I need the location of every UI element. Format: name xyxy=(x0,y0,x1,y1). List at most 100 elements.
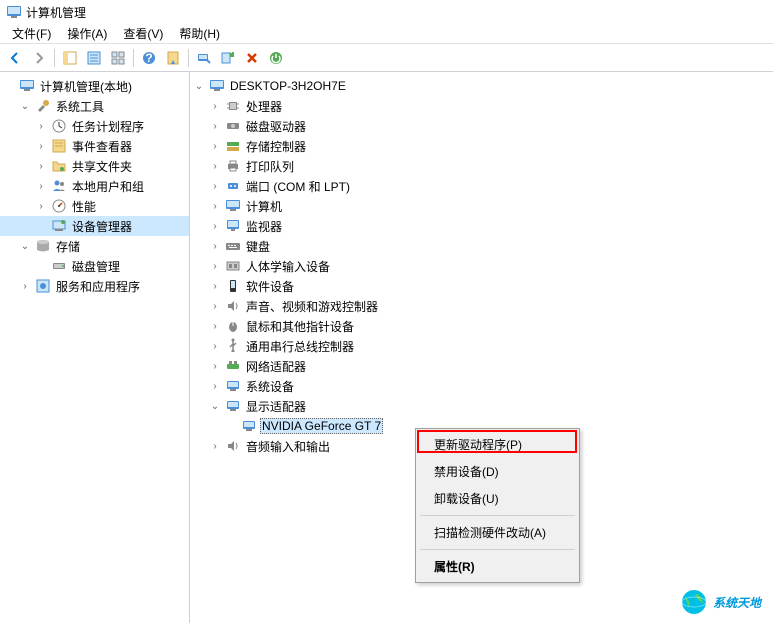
menu-help[interactable]: 帮助(H) xyxy=(171,23,228,44)
properties-toolbar-button[interactable] xyxy=(83,47,105,69)
device-disk-drives[interactable]: › 磁盘驱动器 xyxy=(190,116,773,136)
device-ports[interactable]: › 端口 (COM 和 LPT) xyxy=(190,176,773,196)
update-button[interactable] xyxy=(217,47,239,69)
context-properties[interactable]: 属性(R) xyxy=(418,553,577,580)
network-icon xyxy=(225,358,241,374)
context-uninstall-device[interactable]: 卸载设备(U) xyxy=(418,485,577,512)
expand-icon[interactable]: › xyxy=(34,199,48,213)
expand-icon[interactable]: › xyxy=(34,179,48,193)
enable-button[interactable] xyxy=(265,47,287,69)
tree-label: 系统工具 xyxy=(54,97,106,116)
tree-storage[interactable]: ⌄ 存储 xyxy=(0,236,189,256)
device-keyboards[interactable]: › 键盘 xyxy=(190,236,773,256)
device-network[interactable]: › 网络适配器 xyxy=(190,356,773,376)
expand-icon[interactable]: › xyxy=(208,179,222,193)
tree-label: 显示适配器 xyxy=(244,397,308,416)
grid-button[interactable] xyxy=(107,47,129,69)
expand-icon[interactable]: › xyxy=(208,199,222,213)
device-sound[interactable]: › 声音、视频和游戏控制器 xyxy=(190,296,773,316)
titlebar: 计算机管理 xyxy=(0,0,773,24)
tree-label: 网络适配器 xyxy=(244,357,308,376)
uninstall-button[interactable] xyxy=(241,47,263,69)
software-device-icon xyxy=(225,278,241,294)
scan-button[interactable] xyxy=(193,47,215,69)
help-button[interactable]: ? xyxy=(138,47,160,69)
tree-system-tools[interactable]: ⌄ 系统工具 xyxy=(0,96,189,116)
context-separator xyxy=(420,515,575,516)
collapse-icon[interactable]: ⌄ xyxy=(208,399,222,413)
device-processors[interactable]: › 处理器 xyxy=(190,96,773,116)
expand-icon[interactable]: › xyxy=(208,119,222,133)
sound-icon xyxy=(225,298,241,314)
device-print-queues[interactable]: › 打印队列 xyxy=(190,156,773,176)
clock-icon xyxy=(51,118,67,134)
show-hide-tree-button[interactable] xyxy=(59,47,81,69)
back-button[interactable] xyxy=(4,47,26,69)
expand-icon[interactable]: › xyxy=(208,279,222,293)
expand-icon[interactable]: › xyxy=(208,439,222,453)
collapse-icon[interactable]: ⌄ xyxy=(18,239,32,253)
expand-icon[interactable]: › xyxy=(208,339,222,353)
mouse-icon xyxy=(225,318,241,334)
device-computers[interactable]: › 计算机 xyxy=(190,196,773,216)
expand-icon[interactable]: › xyxy=(34,159,48,173)
tree-label: 存储控制器 xyxy=(244,137,308,156)
device-display-adapters[interactable]: ⌄ 显示适配器 xyxy=(190,396,773,416)
tree-computer-management[interactable]: 计算机管理(本地) xyxy=(0,76,189,96)
expand-icon[interactable]: › xyxy=(208,259,222,273)
display-adapter-icon xyxy=(225,398,241,414)
context-scan-hardware[interactable]: 扫描检测硬件改动(A) xyxy=(418,519,577,546)
tree-performance[interactable]: › 性能 xyxy=(0,196,189,216)
tree-device-manager[interactable]: 设备管理器 xyxy=(0,216,189,236)
tree-label: 计算机管理(本地) xyxy=(38,77,134,96)
collapse-icon[interactable]: ⌄ xyxy=(18,99,32,113)
collapse-icon[interactable]: ⌄ xyxy=(192,79,206,93)
device-software[interactable]: › 软件设备 xyxy=(190,276,773,296)
expand-icon[interactable]: › xyxy=(34,119,48,133)
context-properties-label: 属性(R) xyxy=(434,560,475,574)
tree-event-viewer[interactable]: › 事件查看器 xyxy=(0,136,189,156)
tree-local-users[interactable]: › 本地用户和组 xyxy=(0,176,189,196)
device-mice[interactable]: › 鼠标和其他指针设备 xyxy=(190,316,773,336)
device-system-devices[interactable]: › 系统设备 xyxy=(190,376,773,396)
expand-icon[interactable]: › xyxy=(208,239,222,253)
expand-icon[interactable]: › xyxy=(208,359,222,373)
context-update-driver[interactable]: 更新驱动程序(P) xyxy=(418,431,577,458)
expand-icon[interactable]: › xyxy=(208,99,222,113)
computer-icon xyxy=(19,78,35,94)
expand-icon[interactable]: › xyxy=(208,299,222,313)
menu-view[interactable]: 查看(V) xyxy=(115,23,171,44)
tree-task-scheduler[interactable]: › 任务计划程序 xyxy=(0,116,189,136)
expand-icon[interactable]: › xyxy=(208,319,222,333)
device-tree-computer[interactable]: ⌄ DESKTOP-3H2OH7E xyxy=(190,76,773,96)
collapse-icon[interactable] xyxy=(2,79,16,93)
services-icon xyxy=(35,278,51,294)
tree-shared-folders[interactable]: › 共享文件夹 xyxy=(0,156,189,176)
action-button[interactable] xyxy=(162,47,184,69)
expand-icon[interactable]: › xyxy=(34,139,48,153)
expand-icon[interactable]: › xyxy=(18,279,32,293)
performance-icon xyxy=(51,198,67,214)
menu-file[interactable]: 文件(F) xyxy=(4,23,59,44)
left-tree-pane[interactable]: 计算机管理(本地) ⌄ 系统工具 › 任务计划程序 › 事件查看器 › 共享文件… xyxy=(0,72,190,623)
device-storage-controllers[interactable]: › 存储控制器 xyxy=(190,136,773,156)
users-icon xyxy=(51,178,67,194)
expand-icon[interactable]: › xyxy=(208,379,222,393)
context-disable-device[interactable]: 禁用设备(D) xyxy=(418,458,577,485)
menubar: 文件(F) 操作(A) 查看(V) 帮助(H) xyxy=(0,24,773,44)
expand-icon[interactable]: › xyxy=(208,139,222,153)
device-usb[interactable]: › 通用串行总线控制器 xyxy=(190,336,773,356)
forward-button[interactable] xyxy=(28,47,50,69)
device-hid[interactable]: › 人体学输入设备 xyxy=(190,256,773,276)
no-expand-icon xyxy=(224,419,238,433)
menu-action[interactable]: 操作(A) xyxy=(59,23,115,44)
device-monitors[interactable]: › 监视器 xyxy=(190,216,773,236)
port-icon xyxy=(225,178,241,194)
tree-label: 事件查看器 xyxy=(70,137,134,156)
tree-services-apps[interactable]: › 服务和应用程序 xyxy=(0,276,189,296)
tree-label: 软件设备 xyxy=(244,277,296,296)
expand-icon[interactable]: › xyxy=(208,159,222,173)
tree-disk-management[interactable]: 磁盘管理 xyxy=(0,256,189,276)
expand-icon[interactable]: › xyxy=(208,219,222,233)
tree-label: 系统设备 xyxy=(244,377,296,396)
